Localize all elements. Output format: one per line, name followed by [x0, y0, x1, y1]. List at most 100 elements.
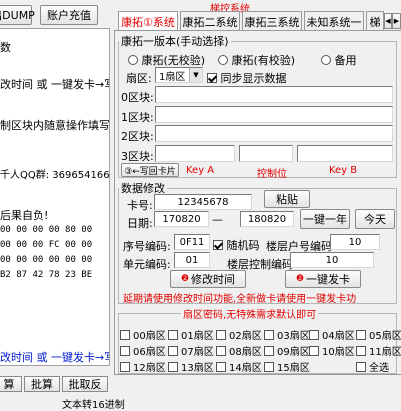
key-a-input[interactable]	[155, 145, 235, 162]
block-1-input[interactable]	[155, 106, 393, 123]
block-1-label: 1区块:	[121, 111, 154, 124]
sync-display-checkbox[interactable]: 同步显示数据	[207, 70, 287, 86]
sector-01-label: 01扇区	[181, 331, 214, 342]
key-a-label: Key A	[186, 165, 215, 176]
unit-code-input[interactable]: 01	[174, 252, 210, 268]
sector-00-label: 00扇区	[133, 331, 166, 342]
checkbox-icon	[120, 345, 130, 356]
log-line-5: 后果自负!	[0, 209, 49, 222]
write-back-card-button[interactable]: ③←写回卡片	[121, 163, 179, 177]
tab-kt-1[interactable]: 康拓①系统	[118, 11, 178, 31]
checkbox-icon	[264, 345, 274, 356]
sector-select[interactable]: 1扇区 ▼	[155, 67, 203, 83]
sector-11-checkbox[interactable]: 11扇区	[356, 343, 401, 358]
floor-account-input[interactable]: 10	[330, 234, 380, 250]
tab-kt-3[interactable]: 康拓三系统	[242, 11, 302, 31]
sector-14-checkbox[interactable]: 14扇区	[216, 359, 262, 374]
sector-10-checkbox[interactable]: 10扇区	[309, 343, 355, 358]
bottom-tab-bar: 算 批算 批取反	[0, 376, 112, 392]
checkbox-icon	[264, 361, 274, 372]
radio-backup[interactable]: 备用	[321, 52, 357, 68]
checkbox-icon	[356, 345, 366, 356]
sector-13-checkbox[interactable]: 13扇区	[168, 359, 214, 374]
radio-backup-label: 备用	[334, 54, 357, 67]
log-line-4: 千人QQ群: 369654166	[0, 170, 110, 181]
checkbox-icon	[356, 329, 366, 340]
block-3-label: 3区块:	[121, 150, 154, 163]
sector-07-label: 07扇区	[181, 347, 214, 358]
tab-scroll-right-icon[interactable]: ▶	[392, 13, 401, 29]
sector-02-checkbox[interactable]: 02扇区	[216, 327, 262, 342]
checkbox-icon	[216, 329, 226, 340]
sector-04-checkbox[interactable]: 04扇区	[309, 327, 355, 342]
date-dash: —	[212, 213, 223, 226]
text-to-hex-label: 文本转16进制	[62, 400, 125, 411]
one-click-issue-button-label: 一键发卡	[306, 273, 351, 286]
radio-no-checksum[interactable]: 康拓(无校验)	[128, 52, 205, 68]
sector-07-checkbox[interactable]: 07扇区	[168, 343, 214, 358]
sector-15-checkbox[interactable]: 15扇区	[264, 359, 310, 374]
tab-batch-invert[interactable]: 批取反	[62, 376, 108, 392]
block-0-input[interactable]	[155, 86, 393, 103]
sector-13-label: 13扇区	[181, 363, 214, 374]
seq-code-input[interactable]: 0F11	[174, 234, 210, 250]
one-year-button[interactable]: 一键一年	[300, 209, 350, 229]
one-click-issue-icon: ❷	[295, 274, 305, 284]
sector-01-checkbox[interactable]: 01扇区	[168, 327, 214, 342]
tab-unknown-1[interactable]: 未知系统一	[304, 11, 364, 31]
checkbox-icon	[216, 361, 226, 372]
radio-with-checksum-label: 康拓(有校验)	[231, 54, 296, 67]
modify-time-button[interactable]: ❷ 修改时间	[170, 270, 246, 288]
radio-with-checksum[interactable]: 康拓(有校验)	[218, 52, 295, 68]
sector-05-checkbox[interactable]: 05扇区	[356, 327, 401, 342]
one-click-issue-button[interactable]: ❷ 一键发卡	[285, 270, 361, 288]
log-line-1: 数	[0, 41, 11, 54]
tab-kt-2[interactable]: 康拓二系统	[180, 11, 240, 31]
radio-icon	[218, 55, 228, 65]
select-all-checkbox[interactable]: 全选	[356, 359, 389, 374]
sector-00-checkbox[interactable]: 00扇区	[120, 327, 166, 342]
floor-control-input[interactable]: 10	[290, 252, 374, 268]
sector-08-checkbox[interactable]: 08扇区	[216, 343, 262, 358]
checkbox-icon	[168, 329, 178, 340]
sector-12-checkbox[interactable]: 12扇区	[120, 359, 166, 374]
checkbox-icon	[356, 361, 366, 372]
card-number-label: 卡号:	[127, 199, 153, 212]
tab-calc[interactable]: 算	[0, 376, 22, 392]
checkbox-icon	[309, 345, 319, 356]
log-line-7: 00 00 00 FC 00 00	[0, 240, 93, 250]
sector-03-label: 03扇区	[277, 331, 310, 342]
modify-time-link[interactable]: 改时间 或 一键发卡→写	[0, 349, 109, 365]
chevron-down-icon[interactable]: ▼	[189, 68, 202, 82]
paste-button[interactable]: 粘贴	[264, 190, 310, 208]
dump-button[interactable]: 出DUMP	[0, 5, 35, 25]
tab-scroll-left-icon[interactable]: ◀	[384, 13, 392, 29]
radio-icon	[128, 55, 138, 65]
date-label: 日期:	[127, 217, 153, 230]
sector-03-checkbox[interactable]: 03扇区	[264, 327, 310, 342]
sector-10-label: 10扇区	[322, 347, 355, 358]
sector-09-checkbox[interactable]: 09扇区	[264, 343, 310, 358]
key-b-input[interactable]	[297, 145, 393, 162]
tab-batch-calc[interactable]: 批算	[24, 376, 60, 392]
tab-elevator[interactable]: 梯	[366, 11, 384, 31]
kt-version-legend: 康拓一版本(手动选择)	[121, 35, 229, 48]
control-bits-input[interactable]	[239, 145, 293, 162]
date-from-input[interactable]: 170820	[154, 211, 209, 227]
card-number-input[interactable]: 12345678	[154, 194, 252, 210]
sector-15-label: 15扇区	[277, 363, 310, 374]
checkbox-icon	[168, 361, 178, 372]
date-to-input[interactable]: 180820	[240, 211, 294, 227]
modify-time-icon: ❷	[180, 274, 190, 284]
random-code-checkbox[interactable]: 随机码	[213, 237, 260, 253]
radio-no-checksum-label: 康拓(无校验)	[141, 54, 206, 67]
recharge-button[interactable]: 账户充值	[40, 5, 98, 25]
block-2-input[interactable]	[155, 125, 393, 142]
control-bits-label: 控制位	[257, 169, 287, 180]
checkbox-icon	[264, 329, 274, 340]
checkbox-icon	[120, 329, 130, 340]
sector-06-checkbox[interactable]: 06扇区	[120, 343, 166, 358]
log-line-3: 制区块内随意操作填写,	[0, 119, 110, 132]
today-button[interactable]: 今天	[355, 209, 395, 229]
log-area[interactable]: 数 改时间 或 一键发卡→写 制区块内随意操作填写, 千人QQ群: 369654…	[0, 28, 110, 366]
